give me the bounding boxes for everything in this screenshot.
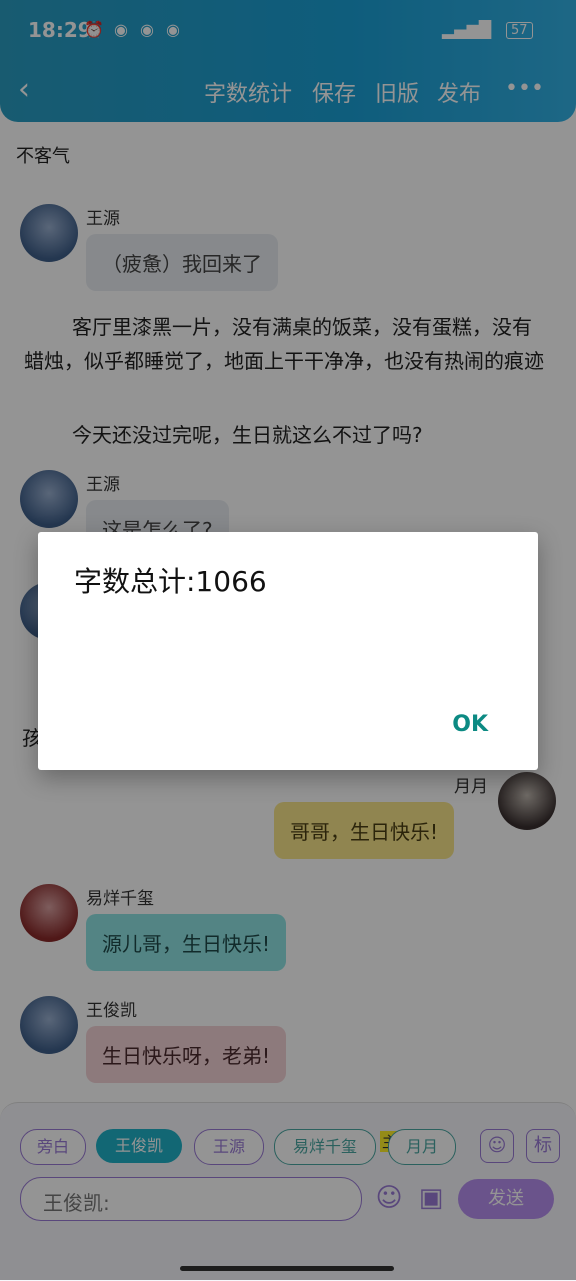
word-count-dialog: 字数总计:1066 OK	[38, 532, 538, 770]
dialog-title: 字数总计:1066	[74, 565, 267, 598]
ok-button[interactable]: OK	[452, 712, 488, 737]
